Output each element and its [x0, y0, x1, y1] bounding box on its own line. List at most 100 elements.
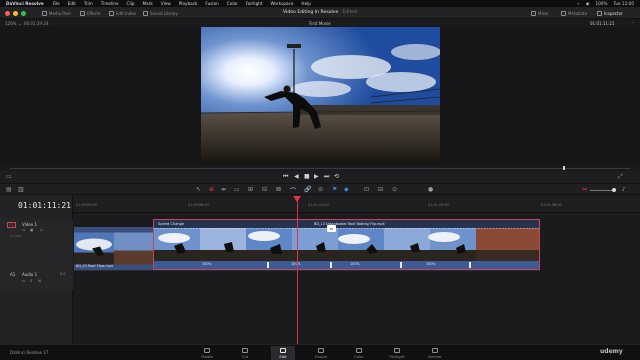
menu-timeline[interactable]: Timeline: [101, 1, 119, 6]
track-id-a1[interactable]: A1: [10, 272, 15, 277]
menu-bar: DaVinci Resolve File Edit Trim Timeline …: [0, 0, 640, 7]
speed-marker: 100%: [350, 262, 360, 266]
more-options-icon[interactable]: ⋯: [630, 20, 634, 25]
lock-icon[interactable]: ▭: [22, 228, 25, 232]
lock-icon[interactable]: ▭: [22, 279, 25, 283]
metadata-button[interactable]: Metadata: [561, 9, 587, 17]
monitor-icon[interactable]: ▭: [40, 228, 43, 232]
scrub-handle[interactable]: [563, 166, 565, 170]
playhead-handle[interactable]: [293, 196, 301, 202]
timeline-ruler[interactable]: 01:00:00:00 01:00:58:00 01:01:14:00 01:0…: [73, 195, 640, 213]
speed-marker: 100%: [291, 262, 301, 266]
play-reverse-icon[interactable]: ◀: [294, 173, 299, 180]
project-title-text: Video Editing In Resolve: [283, 9, 339, 15]
fullscreen-icon[interactable]: ⤢: [618, 173, 623, 181]
mute-button[interactable]: M: [38, 279, 41, 283]
track-divider: [74, 270, 540, 271]
menu-workspace[interactable]: Workspace: [271, 1, 294, 6]
page-edit-label: Edit: [279, 354, 287, 359]
mixer-button[interactable]: Mixer: [531, 9, 549, 17]
app-menu[interactable]: DaVinci Resolve: [6, 1, 44, 6]
audio-monitor-icon[interactable]: ⇔: [582, 186, 587, 193]
blade-tool-icon[interactable]: ▭: [234, 186, 240, 193]
clip-b-filmstrip: [154, 228, 539, 261]
top-toolbar: Media Pool Effects Edit Index Sound Libr…: [0, 7, 640, 19]
video-track-header[interactable]: V1 Video 1 ▭ ▣ ▭ 2 Clips: [0, 219, 73, 269]
volume-slider-thumb[interactable]: [612, 187, 616, 192]
dynamic-trim-icon[interactable]: ⇹: [221, 186, 226, 193]
video-clip-count: 2 Clips: [10, 234, 22, 238]
audio-track-name[interactable]: Audio 1: [22, 272, 37, 277]
jump-end-icon[interactable]: ⏭: [324, 173, 329, 181]
playhead[interactable]: [297, 196, 298, 344]
loop-icon[interactable]: ⟲: [334, 173, 339, 180]
audio-track-header[interactable]: A1 Audio 1 ▭ S M 2.0: [0, 270, 73, 290]
stop-icon[interactable]: ■: [304, 173, 310, 180]
metadata-label: Metadata: [568, 10, 587, 16]
marker-icon[interactable]: ◆: [344, 186, 349, 193]
page-fusion[interactable]: Fusion: [309, 346, 333, 360]
menu-fairlight[interactable]: Fairlight: [246, 1, 263, 6]
replace-clip-icon[interactable]: ⊠: [276, 186, 281, 193]
fairlight-page-icon: [394, 348, 400, 353]
battery-status[interactable]: 100%: [595, 1, 607, 6]
transport-controls: ▭ ⏮ ◀ ■ ▶ ⏭ ⟲ ⤢: [0, 171, 640, 183]
ruler-tick: 01:01:14:00: [308, 203, 329, 207]
timeline-view-icon[interactable]: ▥: [18, 186, 24, 193]
insert-clip-icon[interactable]: ⊞: [248, 186, 253, 193]
play-icon[interactable]: ▶: [314, 173, 319, 180]
auto-select-icon[interactable]: ▣: [30, 228, 33, 232]
speed-point-handle[interactable]: [469, 262, 471, 268]
menu-playback[interactable]: Playback: [179, 1, 198, 6]
audio-mode-icon[interactable]: ●: [428, 186, 433, 193]
track-header-panel: 01:01:11:21 V1 Video 1 ▭ ▣ ▭ 2 Clips A1 …: [0, 195, 73, 344]
page-color-label: Color: [354, 354, 364, 359]
status-area: ⌁ ◉ 100% Tue 12:00: [577, 0, 634, 7]
speed-point-handle[interactable]: [400, 262, 402, 268]
flag-icon[interactable]: ⚑: [332, 186, 337, 193]
speaker-icon[interactable]: ♪: [622, 186, 626, 193]
speed-point-handle[interactable]: [267, 262, 269, 268]
page-color[interactable]: Color: [347, 346, 371, 360]
menu-mark[interactable]: Mark: [142, 1, 152, 6]
menu-clip[interactable]: Clip: [127, 1, 135, 6]
linked-selection-icon[interactable]: 🔗: [304, 186, 311, 193]
video-track-name[interactable]: Video 1: [22, 222, 37, 227]
snapping-icon[interactable]: ⌒: [290, 186, 296, 195]
trim-tool-icon[interactable]: ⊕: [209, 186, 214, 193]
solo-button[interactable]: S: [30, 279, 32, 283]
position-lock-icon[interactable]: ⊘: [318, 186, 323, 193]
page-deliver[interactable]: Deliver: [423, 346, 447, 360]
mixer-icon: [531, 10, 536, 16]
video-frame[interactable]: [201, 27, 440, 162]
layout-icon[interactable]: ▤: [6, 186, 12, 193]
speed-handle-icon[interactable]: ⇔: [327, 225, 336, 232]
menu-color[interactable]: Color: [227, 1, 238, 6]
menu-help[interactable]: Help: [301, 1, 311, 6]
zoom-full-icon[interactable]: ⊡: [364, 186, 369, 193]
menu-fusion[interactable]: Fusion: [205, 1, 218, 6]
menu-edit[interactable]: Edit: [68, 1, 76, 6]
zoom-custom-icon[interactable]: ⊙: [392, 186, 397, 193]
speed-point-handle[interactable]: [330, 262, 332, 268]
jump-start-icon[interactable]: ⏮: [283, 173, 288, 181]
page-cut[interactable]: Cut: [233, 346, 257, 360]
page-media[interactable]: Media: [195, 346, 219, 360]
viewer-options-icon[interactable]: ▭: [6, 173, 12, 180]
clock[interactable]: Tue 12:00: [613, 1, 634, 6]
menu-file[interactable]: File: [53, 1, 60, 6]
timeline-name[interactable]: First Movie: [0, 21, 640, 26]
page-edit[interactable]: Edit: [271, 346, 295, 360]
status-icon[interactable]: ◉: [586, 1, 590, 6]
menu-trim[interactable]: Trim: [84, 1, 93, 6]
overwrite-clip-icon[interactable]: ⊟: [262, 186, 267, 193]
zoom-detail-icon[interactable]: ⊟: [378, 186, 383, 193]
selection-tool-icon[interactable]: ↖: [196, 186, 201, 193]
video-clip-b[interactable]: Speed Change BD_13 Ulaanbaatar Roof Batt…: [153, 219, 540, 270]
track-id-v1[interactable]: V1: [7, 222, 16, 228]
record-timecode: 01:01:11:21: [590, 21, 615, 26]
inspector-button[interactable]: Inspector: [597, 9, 623, 17]
wifi-icon[interactable]: ⌁: [577, 1, 580, 6]
page-fairlight[interactable]: Fairlight: [385, 346, 409, 360]
menu-view[interactable]: View: [161, 1, 171, 6]
